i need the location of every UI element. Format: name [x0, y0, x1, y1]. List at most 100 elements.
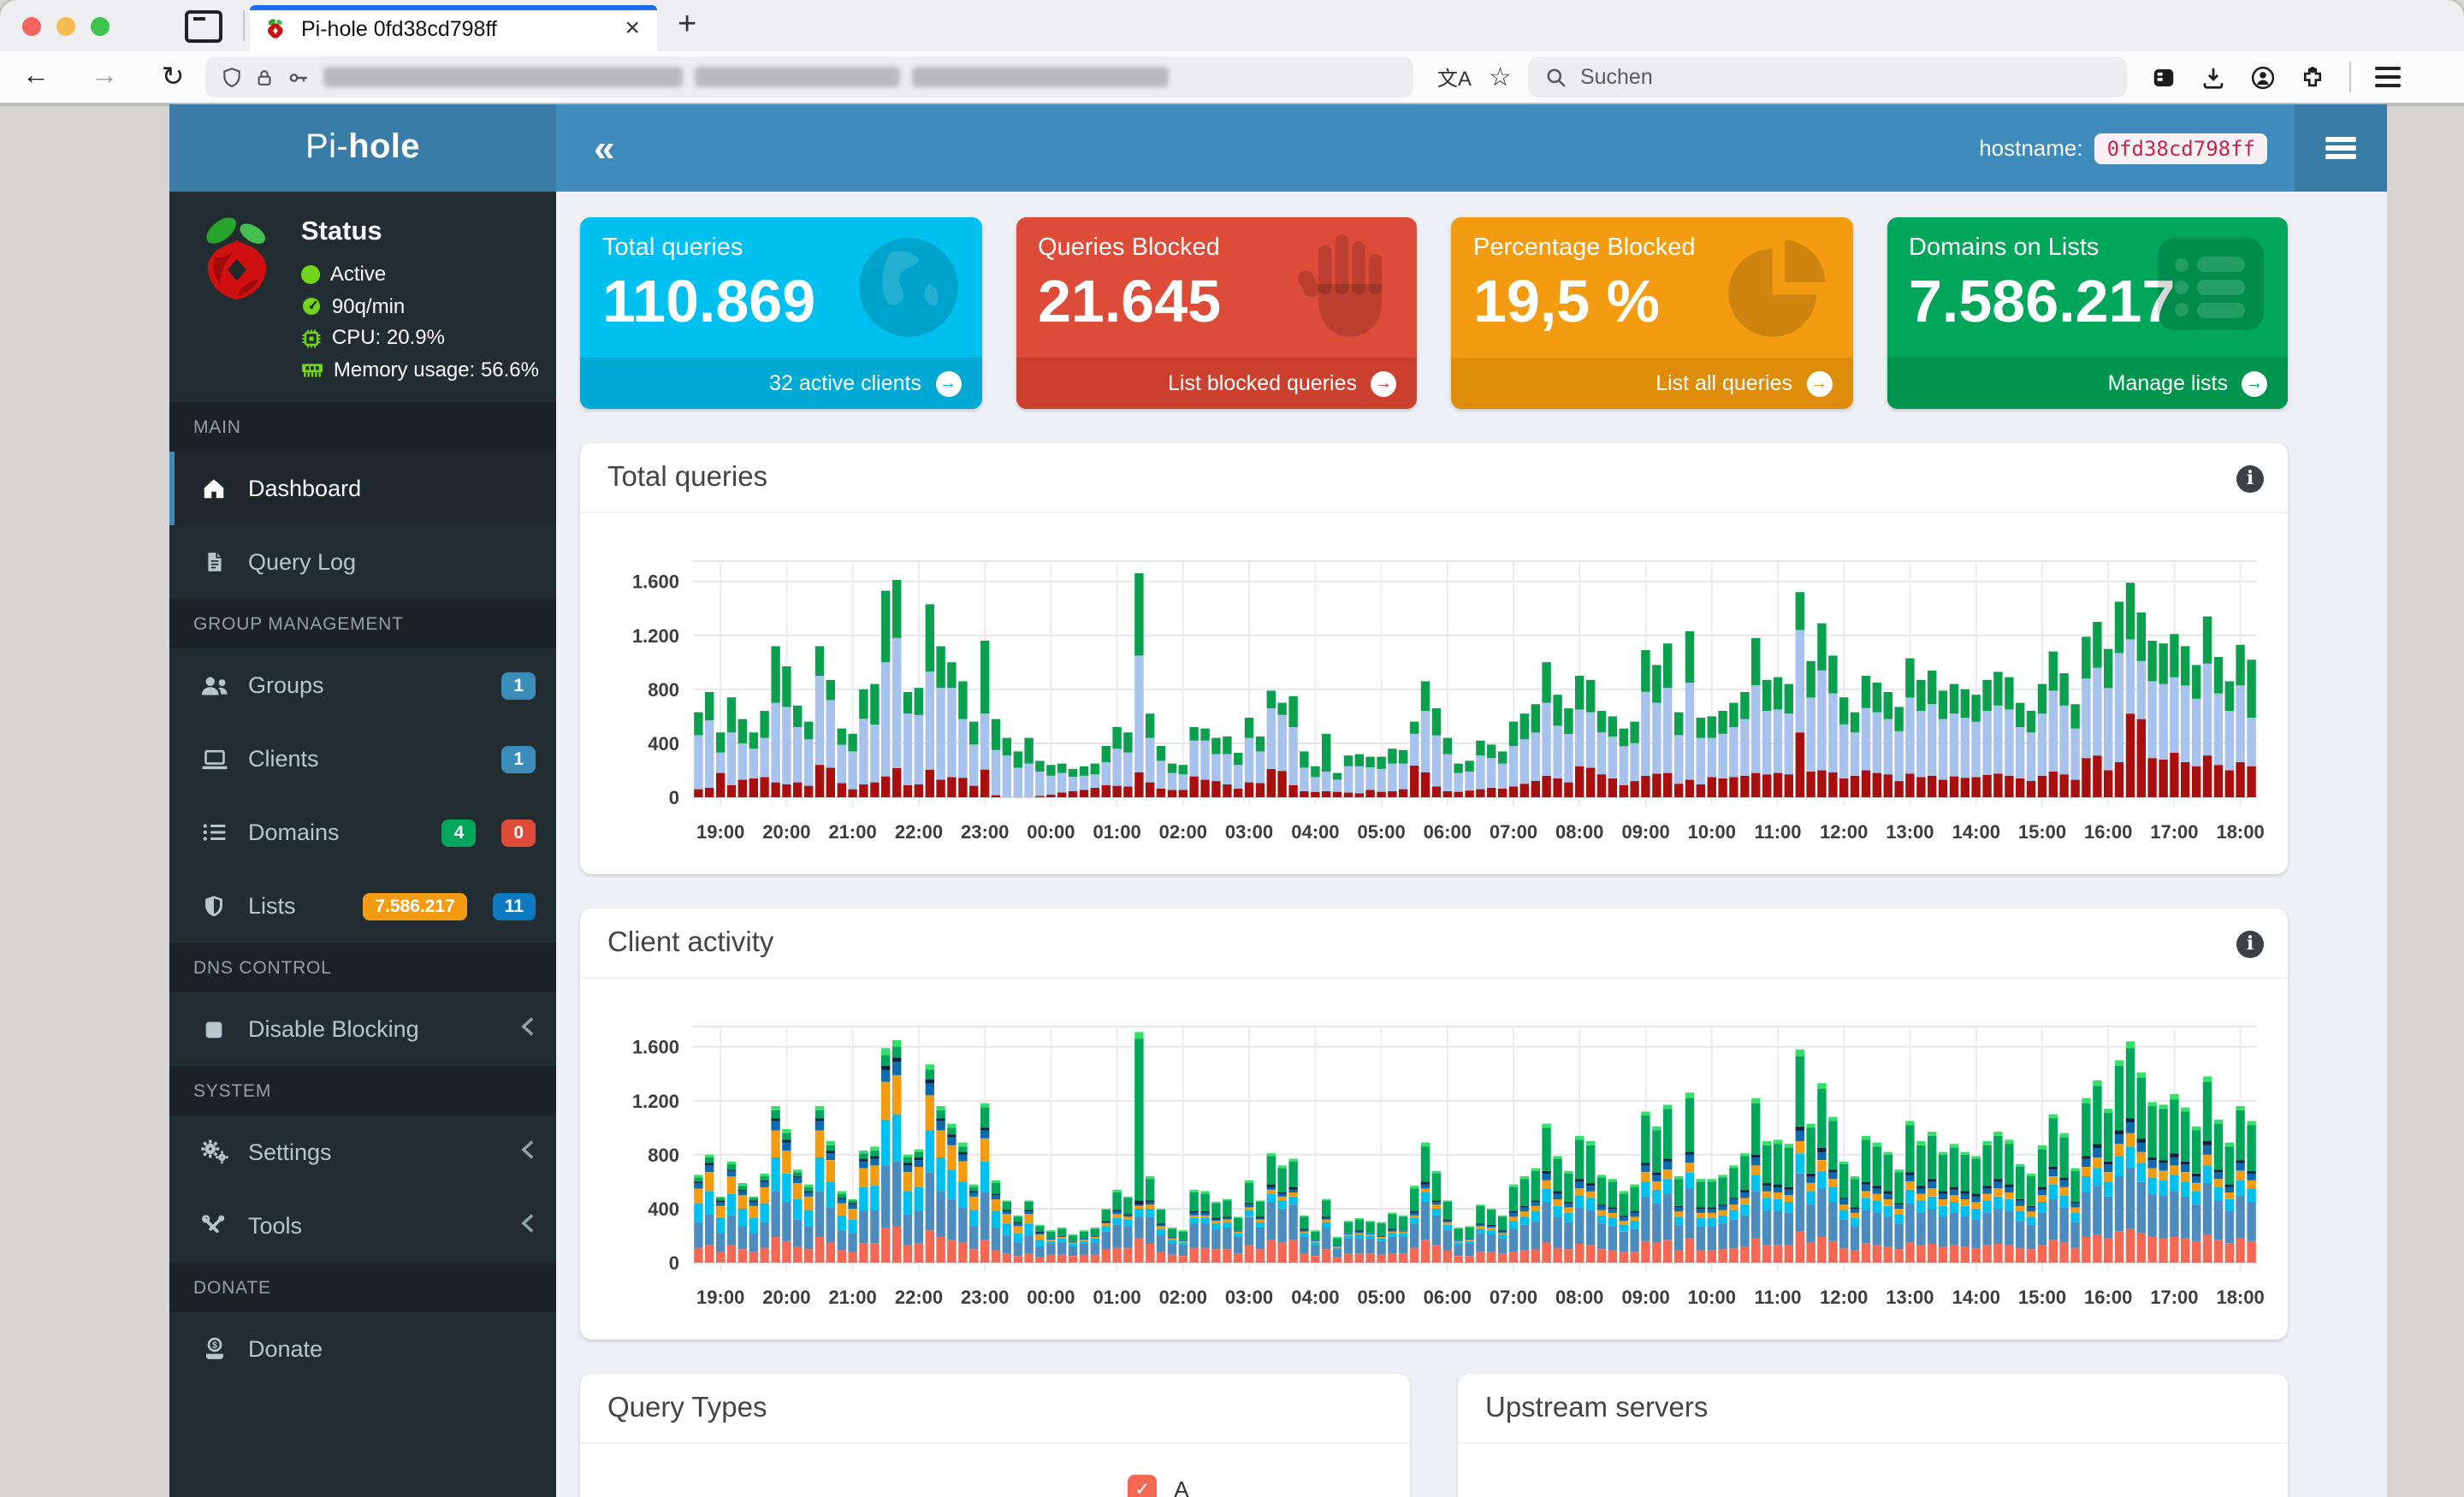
svg-text:20:00: 20:00	[762, 1287, 810, 1308]
back-button[interactable]: ←	[14, 62, 58, 92]
sidebar-item-tools[interactable]: Tools	[169, 1190, 556, 1263]
svg-text:400: 400	[648, 1198, 679, 1220]
extensions-puzzle-icon[interactable]	[2301, 64, 2326, 90]
forward-button[interactable]: →	[82, 62, 127, 92]
legend-label: A	[1174, 1476, 1189, 1497]
sidebar-item-disable-blocking[interactable]: Disable Blocking	[169, 993, 556, 1067]
info-icon[interactable]: i	[2236, 930, 2264, 957]
tab-strip: Pi-hole 0fd38cd798ff × +	[0, 0, 2464, 51]
active-tab-accent	[250, 5, 657, 10]
card-footer-link[interactable]: List all queries →	[1451, 358, 1852, 409]
svg-text:03:00: 03:00	[1225, 1287, 1273, 1308]
pihole-favicon-icon	[268, 18, 283, 38]
svg-text:23:00: 23:00	[961, 821, 1009, 843]
brand-prefix: Pi-	[305, 128, 349, 166]
svg-text:0: 0	[669, 1252, 679, 1274]
svg-text:08:00: 08:00	[1555, 1287, 1603, 1308]
shield-icon	[198, 894, 229, 920]
svg-text:22:00: 22:00	[895, 1287, 943, 1308]
memory-icon	[301, 363, 323, 376]
search-placeholder: Suchen	[1579, 65, 1653, 89]
sidebar-item-clients[interactable]: Clients 1	[169, 723, 556, 796]
sidebar-item-label: Settings	[248, 1139, 332, 1166]
sidebar-item-settings[interactable]: Settings	[169, 1116, 556, 1190]
sidebar-item-dashboard[interactable]: Dashboard	[169, 452, 556, 526]
tab-overview-icon[interactable]	[185, 9, 222, 42]
legend-checkbox-checked[interactable]: ✓	[1128, 1475, 1158, 1497]
sidebar-item-label: Donate	[248, 1336, 323, 1363]
laptop-icon	[198, 748, 229, 772]
key-icon[interactable]	[286, 66, 311, 88]
hostname-value: 0fd38cd798ff	[2094, 133, 2267, 163]
active-tab[interactable]: Pi-hole 0fd38cd798ff ×	[250, 5, 657, 51]
sidebar-section-dns-control: DNS CONTROL	[169, 943, 556, 993]
list-icon	[198, 822, 229, 844]
shield-permissions-icon[interactable]	[221, 65, 243, 89]
account-icon[interactable]	[2251, 64, 2277, 90]
sidebar-badge: 1	[501, 672, 536, 700]
card-footer-link[interactable]: 32 active clients →	[580, 358, 981, 409]
sidebar-section-donate: DONATE	[169, 1263, 556, 1313]
file-icon	[198, 550, 229, 576]
card-footer-link[interactable]: Manage lists →	[1886, 358, 2288, 409]
zoom-window-button[interactable]	[91, 16, 110, 35]
minimize-window-button[interactable]	[56, 16, 75, 35]
sidebar-item-label: Disable Blocking	[248, 1016, 419, 1043]
arrow-right-icon: →	[1806, 370, 1832, 396]
screen: Pi-hole 0fd38cd798ff × + ← → ↻ 文A ☆ Such…	[0, 0, 2464, 1497]
svg-text:07:00: 07:00	[1490, 821, 1537, 843]
sidebar-item-label: Groups	[248, 672, 324, 699]
svg-text:09:00: 09:00	[1621, 1287, 1669, 1308]
svg-text:20:00: 20:00	[762, 821, 810, 843]
status-title: Status	[300, 217, 382, 246]
svg-text:15:00: 15:00	[2018, 821, 2066, 843]
close-tab-icon[interactable]: ×	[621, 14, 643, 43]
svg-text:0: 0	[669, 787, 679, 808]
pihole-logo[interactable]: Pi-hole	[169, 104, 556, 192]
client-activity-chart[interactable]: 0 400 800 1.200 1.600 19:00 20:00 21:00 22:00 23:…	[580, 979, 2288, 1340]
translate-icon[interactable]: 文A	[1437, 62, 1472, 92]
window-controls[interactable]	[22, 16, 110, 35]
firefox-view-icon[interactable]	[2152, 64, 2177, 90]
stat-card-domains-on-lists: Domains on Lists 7.586.217 Manage lists …	[1886, 217, 2288, 409]
chevron-left-icon	[520, 1214, 536, 1240]
divider	[243, 10, 245, 41]
pie-icon	[1722, 231, 1835, 352]
svg-text:11:00: 11:00	[1754, 1287, 1801, 1308]
stat-cards-row: Total queries 110.869 32 active clients …	[580, 217, 2288, 409]
sidebar-item-domains[interactable]: Domains 4 0	[169, 796, 556, 870]
app-menu-icon[interactable]	[2375, 62, 2402, 92]
total-queries-chart[interactable]: 0 400 800 1.200 1.600 19:00 20:00 21:00 22:00 23:…	[580, 513, 2288, 874]
svg-text:1.200: 1.200	[632, 625, 679, 647]
svg-text:15:00: 15:00	[2018, 1287, 2066, 1308]
close-window-button[interactable]	[22, 16, 41, 35]
svg-text:01:00: 01:00	[1093, 821, 1140, 843]
sidebar-item-query-log[interactable]: Query Log	[169, 526, 556, 600]
card-footer-link[interactable]: List blocked queries →	[1016, 358, 1417, 409]
sidebar-section-group-management: GROUP MANAGEMENT	[169, 599, 556, 649]
lock-icon[interactable]	[255, 66, 274, 88]
sidebar-section-main: MAIN	[169, 402, 556, 453]
sidebar-nav: MAIN Dashboard Query Log GROUP MANAGEMENT Gr…	[169, 402, 556, 1387]
svg-text:02:00: 02:00	[1159, 1287, 1207, 1308]
sidebar-collapse-button[interactable]: «	[594, 126, 615, 170]
svg-text:18:00: 18:00	[2216, 1287, 2264, 1308]
new-tab-button[interactable]: +	[678, 7, 696, 44]
info-icon[interactable]: i	[2236, 464, 2264, 492]
sidebar-item-donate[interactable]: $ Donate	[169, 1313, 556, 1387]
search-bar[interactable]: Suchen	[1528, 56, 2128, 98]
bookmark-star-icon[interactable]: ☆	[1489, 62, 1512, 92]
svg-text:13:00: 13:00	[1886, 1287, 1934, 1308]
sidebar-item-lists[interactable]: Lists 7.586.217 11	[169, 870, 556, 944]
panel-title: Upstream servers	[1485, 1393, 1709, 1423]
url-redacted	[912, 67, 1169, 87]
users-icon	[198, 674, 229, 698]
url-bar[interactable]	[205, 56, 1413, 98]
sidebar-item-groups[interactable]: Groups 1	[169, 649, 556, 723]
card-footer-label: List all queries	[1656, 371, 1792, 395]
reload-button[interactable]: ↻	[151, 60, 195, 94]
query-types-legend-item[interactable]: ✓ A	[1128, 1475, 1189, 1497]
header-menu-button[interactable]	[2295, 104, 2387, 192]
gauge-icon	[302, 297, 320, 315]
downloads-icon[interactable]	[2201, 64, 2227, 90]
